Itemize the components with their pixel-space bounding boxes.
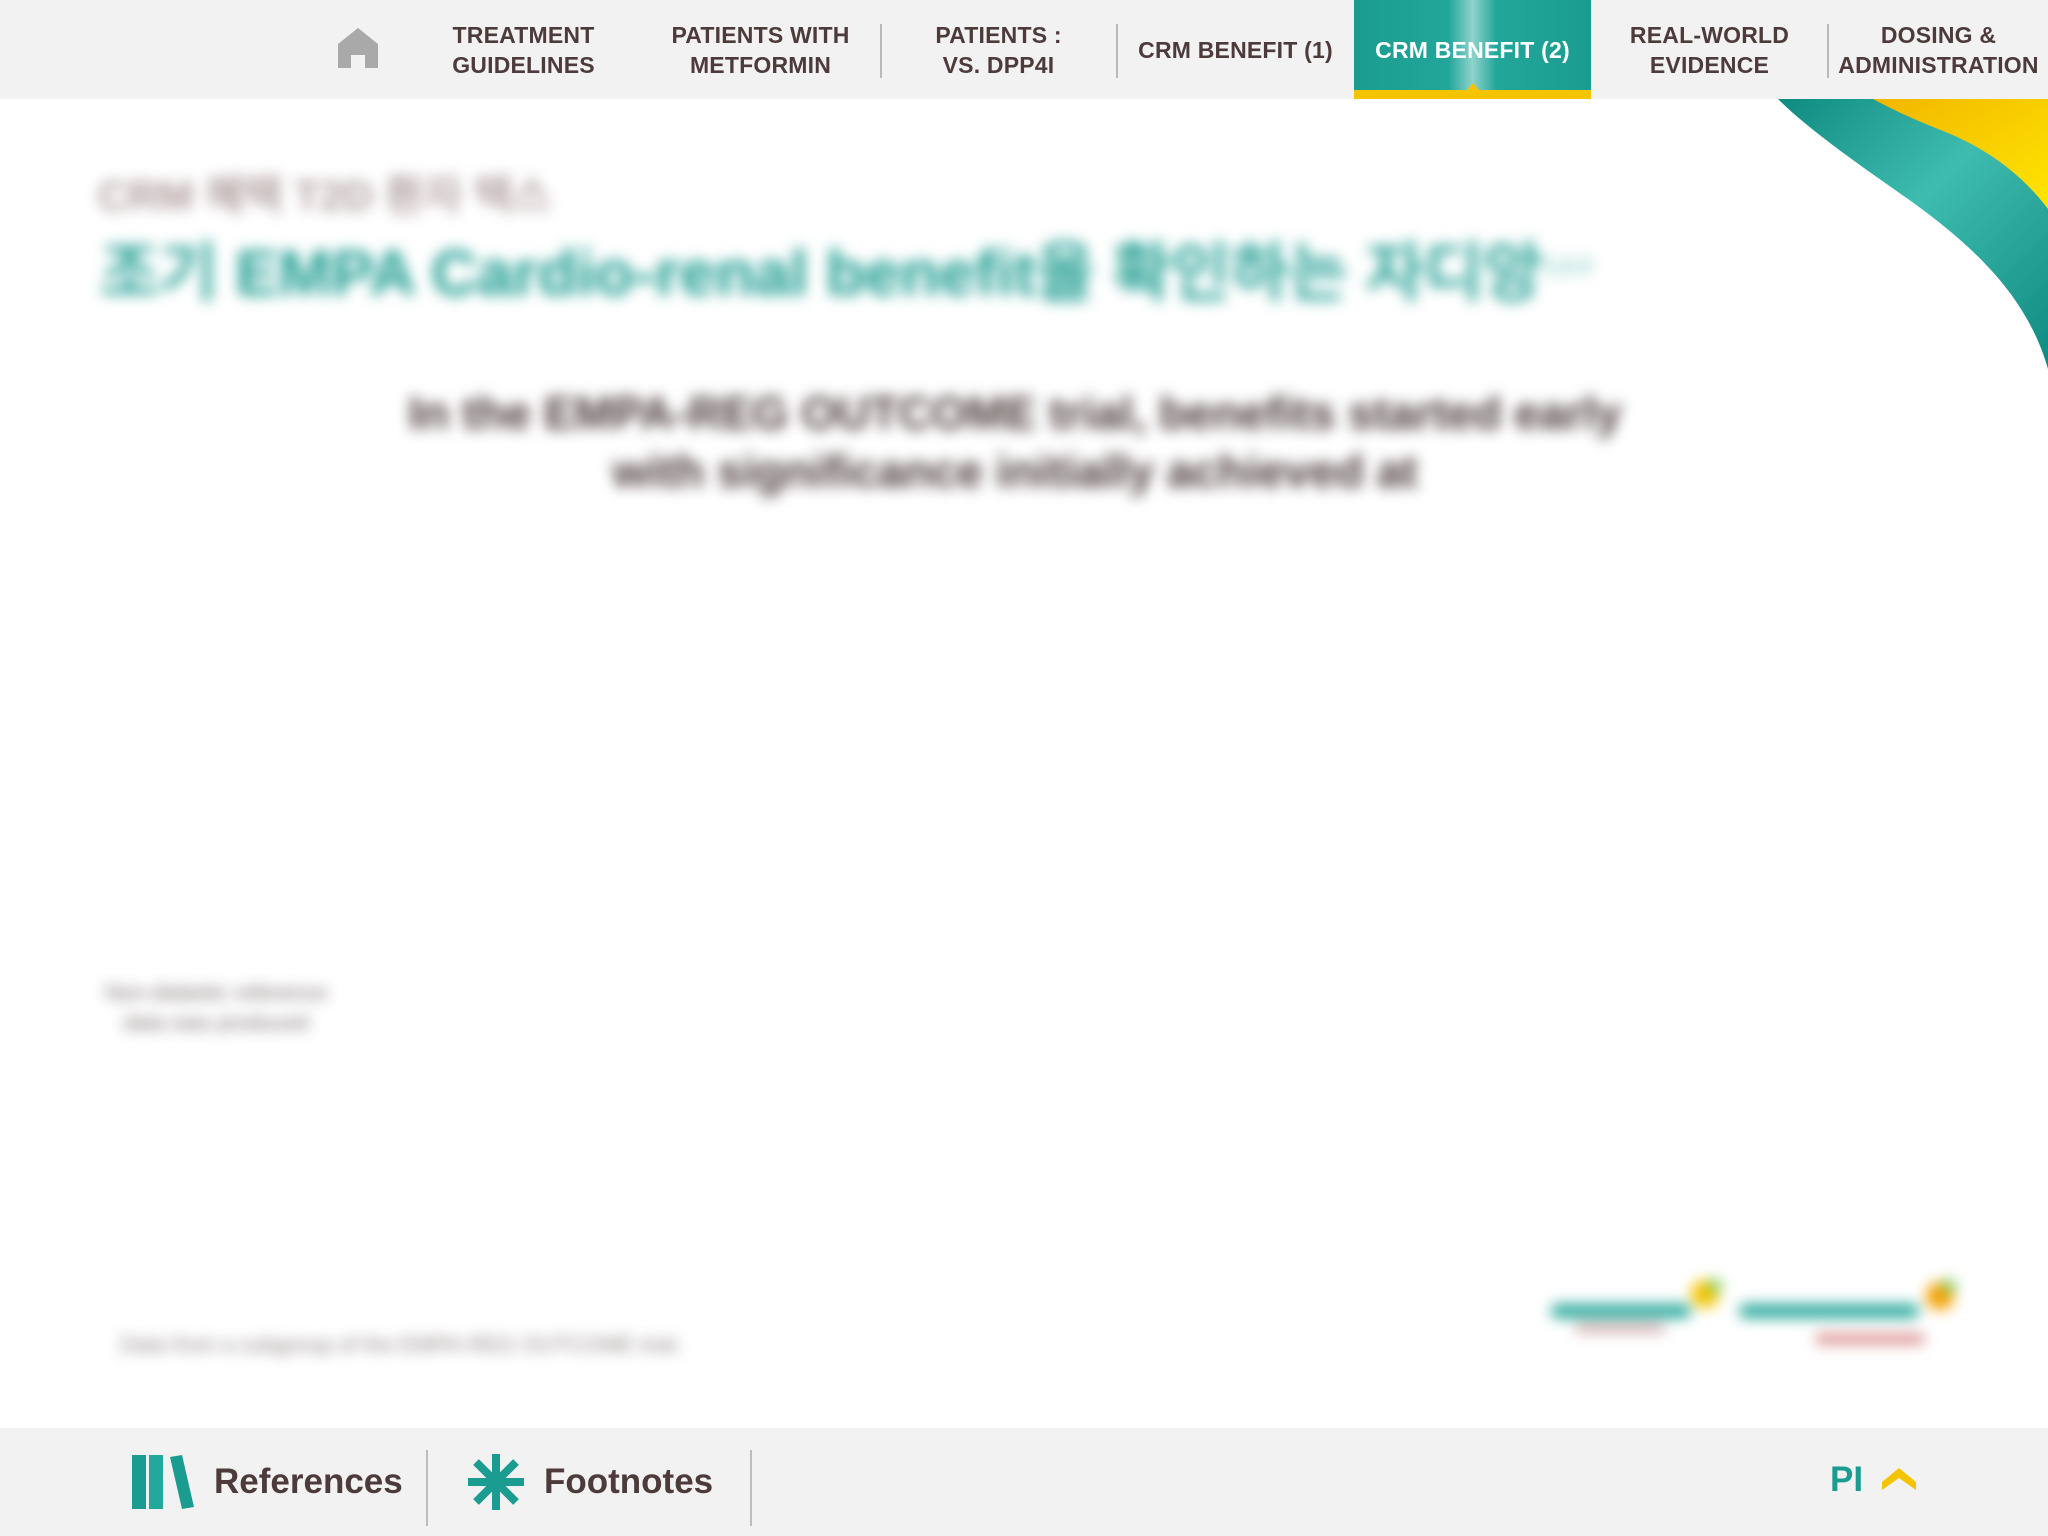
books-icon bbox=[132, 1455, 194, 1509]
side-note: Non-diabetic reference data was produced bbox=[104, 980, 328, 1035]
footer-divider bbox=[426, 1450, 428, 1526]
brand-logo-left bbox=[1551, 1279, 1722, 1332]
footer-bar: References Footnotes bbox=[0, 1428, 2048, 1536]
pi-button[interactable]: PI bbox=[1830, 1460, 1863, 1500]
home-button[interactable] bbox=[326, 16, 390, 80]
tab-patients-vs-dpp4i[interactable]: PATIENTS : VS. DPP4I bbox=[880, 0, 1117, 99]
lead-statement: In the EMPA-REG OUTCOME trial, benefits … bbox=[408, 387, 1622, 497]
tab-real-world-evidence[interactable]: REAL-WORLD EVIDENCE bbox=[1591, 0, 1828, 99]
footer-divider bbox=[750, 1450, 752, 1526]
chevron-up-icon[interactable] bbox=[1882, 1466, 1916, 1492]
tab-dosing-administration[interactable]: DOSING & ADMINISTRATION bbox=[1829, 0, 2048, 99]
page-title-text: 조기 EMPA Cardio-renal benefit을 확인하는 자디앙 bbox=[100, 237, 1543, 309]
footnote-text: Data from a subgroup of the EMPA-REG OUT… bbox=[120, 1332, 682, 1357]
tab-treatment-guidelines[interactable]: TREATMENT GUIDELINES bbox=[405, 0, 642, 99]
top-navigation: TREATMENT GUIDELINES PATIENTS WITH METFORM… bbox=[0, 0, 2048, 99]
asterisk-icon bbox=[468, 1454, 524, 1510]
references-button[interactable]: References bbox=[132, 1428, 403, 1536]
section-label: CRM 혜택 T2D 환자 텍스 bbox=[98, 172, 552, 219]
references-label: References bbox=[214, 1462, 403, 1501]
footnotes-button[interactable]: Footnotes bbox=[466, 1428, 713, 1536]
tab-crm-benefit-2[interactable]: CRM BENEFIT (2) bbox=[1354, 0, 1591, 99]
brand-logo-right bbox=[1739, 1279, 1956, 1344]
page-title: 조기 EMPA Cardio-renal benefit을 확인하는 자디앙1,… bbox=[100, 222, 1591, 314]
footnotes-label: Footnotes bbox=[544, 1462, 714, 1501]
tab-crm-benefit-1[interactable]: CRM BENEFIT (1) bbox=[1117, 0, 1354, 99]
tab-patients-with-metformin[interactable]: PATIENTS WITH METFORMIN bbox=[642, 0, 879, 99]
home-icon bbox=[338, 28, 378, 68]
corner-ribbon-decoration bbox=[1778, 99, 2048, 369]
page-title-reference: 1,2,3 bbox=[1542, 252, 1592, 278]
